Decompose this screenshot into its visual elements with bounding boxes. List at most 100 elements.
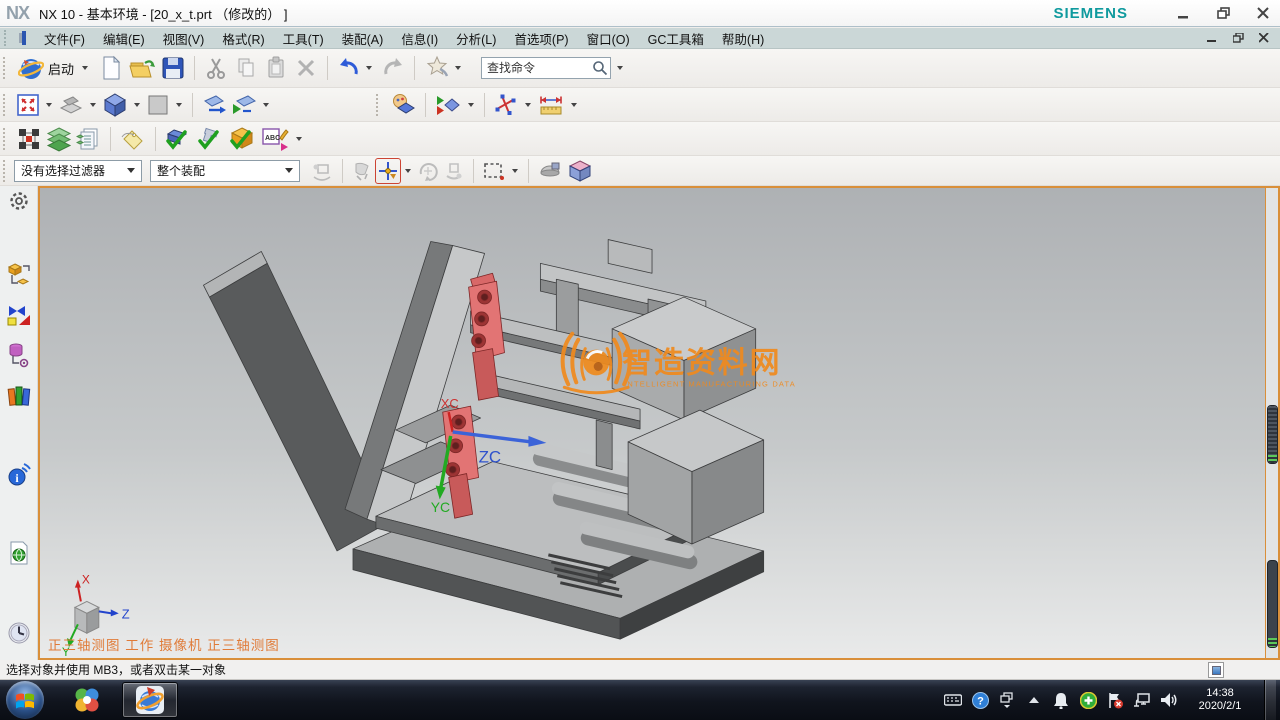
graphics-window[interactable]: XC ZC YC bbox=[38, 186, 1280, 660]
child-minimize-button[interactable] bbox=[1204, 31, 1220, 45]
taskbar-clock[interactable]: 14:38 2020/2/1 bbox=[1193, 687, 1247, 713]
distance-button[interactable] bbox=[535, 92, 567, 118]
measure-caret-icon[interactable] bbox=[525, 103, 531, 107]
toolbar-grip[interactable] bbox=[3, 128, 9, 150]
face-display-button[interactable] bbox=[144, 92, 172, 118]
scrollbar-thumb-lower[interactable] bbox=[1267, 560, 1278, 648]
notification-button[interactable] bbox=[1052, 691, 1070, 709]
open-file-button[interactable] bbox=[126, 53, 158, 83]
start-menu-button[interactable]: 启动 bbox=[14, 53, 96, 83]
section-caret-icon[interactable] bbox=[263, 103, 269, 107]
cube-check-button[interactable] bbox=[226, 126, 258, 152]
toolbar-grip[interactable] bbox=[3, 57, 9, 79]
clamp-check-button[interactable] bbox=[194, 126, 226, 152]
redo-button[interactable] bbox=[378, 53, 408, 83]
show-hide-caret-icon[interactable] bbox=[468, 103, 474, 107]
part-navigator-button[interactable] bbox=[4, 342, 34, 368]
assembly-ghost-button[interactable] bbox=[308, 158, 336, 184]
toolbar-grip[interactable] bbox=[3, 160, 9, 182]
new-file-button[interactable] bbox=[96, 53, 126, 83]
menu-item-view[interactable]: 视图(V) bbox=[154, 27, 214, 50]
measure-button[interactable] bbox=[491, 92, 521, 118]
move-component-button[interactable] bbox=[14, 126, 44, 152]
info-navigator-button[interactable]: i bbox=[4, 462, 34, 488]
toolbar-grip[interactable] bbox=[376, 94, 382, 116]
menu-item-preferences[interactable]: 首选项(P) bbox=[505, 27, 577, 50]
touch-mode-button[interactable] bbox=[421, 53, 467, 83]
distance-caret-icon[interactable] bbox=[571, 103, 577, 107]
menu-item-format[interactable]: 格式(R) bbox=[213, 27, 273, 50]
marquee-select-button[interactable] bbox=[480, 158, 508, 184]
abc-annotation-button[interactable]: ABC bbox=[258, 126, 292, 152]
shaded-caret-icon[interactable] bbox=[134, 103, 140, 107]
show-desktop-button[interactable] bbox=[1264, 680, 1276, 720]
history-button[interactable] bbox=[4, 620, 34, 646]
taskbar-app-nx[interactable] bbox=[122, 682, 178, 718]
child-close-button[interactable] bbox=[1256, 31, 1272, 45]
web-browser-button[interactable] bbox=[4, 540, 34, 566]
assembly-check-button[interactable] bbox=[162, 126, 194, 152]
selection-scope-dropdown[interactable]: 整个装配 bbox=[150, 160, 300, 182]
menu-item-information[interactable]: 信息(I) bbox=[392, 27, 447, 50]
layer-settings-button[interactable] bbox=[44, 126, 74, 152]
drag-ghost-button[interactable] bbox=[349, 158, 375, 184]
menu-item-help[interactable]: 帮助(H) bbox=[713, 27, 773, 50]
action-center-button[interactable] bbox=[1106, 691, 1124, 709]
delete-button[interactable] bbox=[291, 53, 321, 83]
role-palette-button[interactable] bbox=[387, 92, 419, 118]
menu-item-edit[interactable]: 编辑(E) bbox=[94, 27, 154, 50]
antivirus-button[interactable] bbox=[1079, 691, 1097, 709]
rotate-ghost-button[interactable] bbox=[415, 158, 441, 184]
taskbar-app-360[interactable] bbox=[64, 682, 110, 718]
3d-model[interactable] bbox=[203, 240, 763, 640]
menu-item-gc-toolbox[interactable]: GC工具箱 bbox=[639, 27, 713, 50]
constraint-navigator-button[interactable] bbox=[4, 302, 34, 328]
snap-point-button[interactable] bbox=[375, 158, 401, 184]
snap-caret-icon[interactable] bbox=[405, 169, 411, 173]
copy-button[interactable] bbox=[231, 53, 261, 83]
scene-canvas[interactable]: XC ZC YC bbox=[40, 188, 1278, 658]
marquee-caret-icon[interactable] bbox=[512, 169, 518, 173]
cap-display-button[interactable] bbox=[535, 158, 565, 184]
close-button[interactable] bbox=[1252, 4, 1274, 22]
menu-item-file[interactable]: 文件(F) bbox=[35, 27, 94, 50]
paste-button[interactable] bbox=[261, 53, 291, 83]
viewport-scrollbar[interactable] bbox=[1265, 188, 1278, 658]
section-view-button[interactable] bbox=[199, 92, 229, 118]
toolbar-grip[interactable] bbox=[3, 94, 9, 116]
minimize-button[interactable] bbox=[1172, 4, 1194, 22]
roles-gear-button[interactable] bbox=[4, 190, 34, 212]
cut-button[interactable] bbox=[201, 53, 231, 83]
menu-grip[interactable] bbox=[4, 30, 9, 46]
edit-section-button[interactable] bbox=[229, 92, 259, 118]
hand-ghost-button[interactable] bbox=[441, 158, 467, 184]
scrollbar-thumb-upper[interactable] bbox=[1267, 405, 1278, 464]
menu-item-analysis[interactable]: 分析(L) bbox=[447, 27, 505, 50]
show-hide-button[interactable] bbox=[432, 92, 464, 118]
clip-cube-button[interactable] bbox=[565, 158, 595, 184]
shaded-view-button[interactable] bbox=[100, 92, 130, 118]
status-window-button[interactable] bbox=[1208, 662, 1224, 678]
menu-item-assembly[interactable]: 装配(A) bbox=[333, 27, 393, 50]
fit-view-button[interactable] bbox=[14, 92, 42, 118]
save-button[interactable] bbox=[158, 53, 188, 83]
menu-item-tools[interactable]: 工具(T) bbox=[274, 27, 333, 50]
restore-button[interactable] bbox=[1212, 4, 1234, 22]
wireframe-caret-icon[interactable] bbox=[90, 103, 96, 107]
restore-windows-button[interactable] bbox=[998, 691, 1016, 709]
show-hidden-icons-button[interactable] bbox=[1025, 691, 1043, 709]
start-button[interactable] bbox=[6, 681, 44, 719]
fit-caret-icon[interactable] bbox=[46, 103, 52, 107]
child-restore-button[interactable] bbox=[1230, 31, 1246, 45]
reuse-library-button[interactable] bbox=[4, 382, 34, 408]
menu-item-window[interactable]: 窗口(O) bbox=[578, 27, 639, 50]
face-caret-icon[interactable] bbox=[176, 103, 182, 107]
network-button[interactable] bbox=[1133, 691, 1151, 709]
undo-button[interactable] bbox=[334, 53, 378, 83]
assembly-navigator-button[interactable] bbox=[4, 262, 34, 288]
input-keyboard-button[interactable] bbox=[944, 691, 962, 709]
wireframe-view-button[interactable] bbox=[56, 92, 86, 118]
selection-filter-dropdown[interactable]: 没有选择过滤器 bbox=[14, 160, 142, 182]
layer-list-button[interactable] bbox=[74, 126, 104, 152]
find-caret-icon[interactable] bbox=[617, 66, 623, 70]
